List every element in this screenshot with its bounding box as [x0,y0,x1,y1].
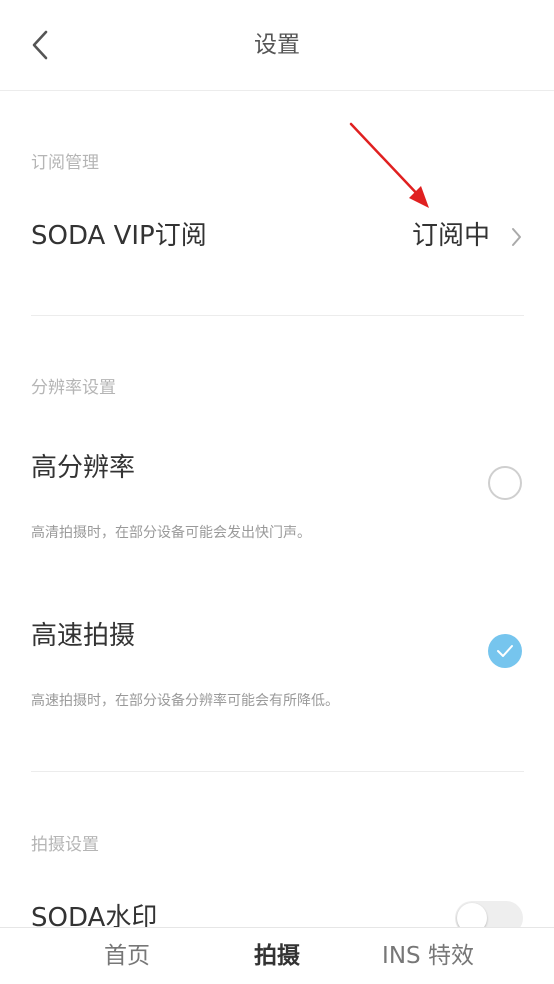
vip-subscription-title: SODA VIP订阅 [31,221,207,251]
high-speed-title: 高速拍摄 [31,621,136,651]
high-resolution-desc: 高清拍摄时，在部分设备可能会发出快门声。 [31,525,311,541]
settings-page: 设置 订阅管理 SODA VIP订阅 订阅中 分辨率设置 高分辨率 高清拍摄时，… [0,0,554,984]
divider [31,315,524,316]
high-speed-radio[interactable] [488,634,522,668]
section-label-capture: 拍摄设置 [31,835,99,855]
vip-subscription-row[interactable]: SODA VIP订阅 订阅中 [0,200,554,276]
page-title: 设置 [254,32,300,58]
tab-ins-effects[interactable]: INS 特效 [376,940,480,972]
vip-subscription-status: 订阅中 [411,221,490,251]
high-resolution-title: 高分辨率 [31,453,136,483]
top-bar: 设置 [0,0,554,91]
bottom-nav: 首页 拍摄 INS 特效 [0,927,554,984]
high-speed-desc: 高速拍摄时，在部分设备分辨率可能会有所降低。 [31,693,339,709]
tab-home[interactable]: 首页 [95,940,159,972]
high-resolution-radio[interactable] [488,466,522,500]
divider [31,771,524,772]
check-icon [497,645,513,657]
section-label-subscription: 订阅管理 [31,153,99,173]
section-label-resolution: 分辨率设置 [31,378,116,398]
chevron-right-icon [512,228,521,246]
tab-capture[interactable]: 拍摄 [245,940,309,972]
